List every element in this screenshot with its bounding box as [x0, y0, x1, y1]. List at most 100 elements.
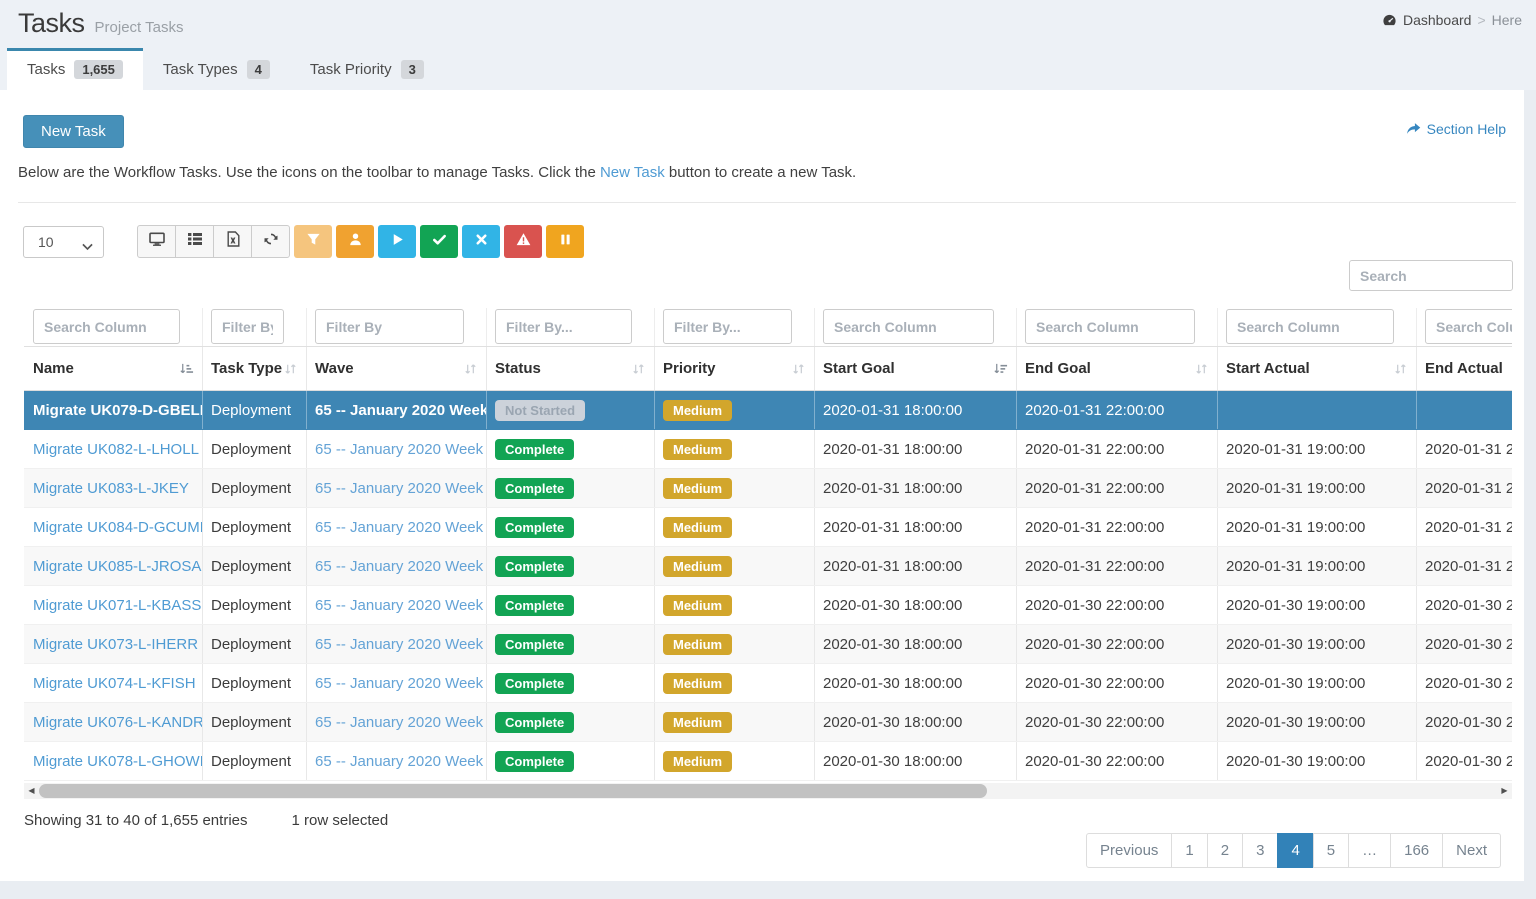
new-task-button[interactable]: New Task: [23, 115, 124, 148]
column-header-end-goal[interactable]: End Goal: [1017, 347, 1218, 390]
filter-input-status[interactable]: [495, 309, 632, 344]
table-row[interactable]: Migrate UK079-D-GBELLDeployment65 -- Jan…: [24, 391, 1512, 430]
cell-name: Migrate UK071-L-KBASS: [24, 586, 203, 624]
task-name-link[interactable]: Migrate UK082-L-LHOLL: [33, 441, 199, 458]
column-header-task-type[interactable]: Task Type: [203, 347, 307, 390]
task-name-link[interactable]: Migrate UK074-L-KFISH: [33, 675, 196, 692]
pagination-page-1[interactable]: 1: [1171, 833, 1207, 868]
filter-cell-start-actual: [1218, 308, 1417, 346]
page-size-select[interactable]: 10: [23, 226, 104, 258]
scroll-right-arrow-icon[interactable]: ▶: [1497, 783, 1512, 799]
breadcrumb-dashboard[interactable]: Dashboard: [1403, 12, 1472, 28]
filter-input-task-type[interactable]: [211, 309, 284, 344]
section-description: Below are the Workflow Tasks. Use the ic…: [18, 164, 1506, 181]
tab-task-types[interactable]: Task Types 4: [143, 48, 290, 90]
table-row[interactable]: Migrate UK085-L-JROSADeployment65 -- Jan…: [24, 547, 1512, 586]
filter-input-name[interactable]: [33, 309, 180, 344]
wave-link[interactable]: 65 -- January 2020 Week 5: [315, 519, 487, 536]
monitor-button[interactable]: [137, 225, 176, 258]
task-name-link[interactable]: Migrate UK084-D-GCUMM: [33, 519, 203, 536]
table-row[interactable]: Migrate UK074-L-KFISHDeployment65 -- Jan…: [24, 664, 1512, 703]
search-input[interactable]: [1349, 260, 1513, 291]
play-action-button[interactable]: [378, 225, 416, 258]
cell-wave: 65 -- January 2020 Week 5: [307, 664, 487, 702]
refresh-icon: [263, 231, 279, 252]
list-button[interactable]: [175, 225, 214, 258]
filter-input-end-goal[interactable]: [1025, 309, 1195, 344]
horizontal-scrollbar[interactable]: ◀ ▶: [24, 783, 1512, 799]
filter-input-start-goal[interactable]: [823, 309, 994, 344]
warning-action-button[interactable]: [504, 225, 542, 258]
check-action-button[interactable]: [420, 225, 458, 258]
tab-tasks[interactable]: Tasks 1,655: [7, 48, 143, 90]
sort-both-icon: [631, 362, 646, 376]
refresh-button[interactable]: [251, 225, 290, 258]
wave-link[interactable]: 65 -- January 2020 Week 5: [315, 636, 487, 653]
pagination-page-166[interactable]: 166: [1390, 833, 1443, 868]
column-header-priority[interactable]: Priority: [655, 347, 815, 390]
section-help-link[interactable]: Section Help: [1406, 121, 1506, 137]
table-row[interactable]: Migrate UK073-L-IHERRDeployment65 -- Jan…: [24, 625, 1512, 664]
table-row[interactable]: Migrate UK071-L-KBASSDeployment65 -- Jan…: [24, 586, 1512, 625]
cell-task-type: Deployment: [203, 430, 307, 468]
wave-link[interactable]: 65 -- January 2020 Week 5: [315, 441, 487, 458]
cell-start-goal: 2020-01-31 18:00:00: [815, 469, 1017, 507]
pause-action-button[interactable]: [546, 225, 584, 258]
table-row[interactable]: Migrate UK084-D-GCUMMDeployment65 -- Jan…: [24, 508, 1512, 547]
pagination-page-2[interactable]: 2: [1207, 833, 1243, 868]
cell-start-goal: 2020-01-30 18:00:00: [815, 586, 1017, 624]
column-header-name[interactable]: Name: [24, 347, 203, 390]
table-row[interactable]: Migrate UK076-L-KANDRDeployment65 -- Jan…: [24, 703, 1512, 742]
scroll-left-arrow-icon[interactable]: ◀: [24, 783, 39, 799]
pagination-next[interactable]: Next: [1442, 833, 1501, 868]
column-header-status[interactable]: Status: [487, 347, 655, 390]
pagination-page-4[interactable]: 4: [1277, 833, 1313, 868]
filter-input-wave[interactable]: [315, 309, 464, 344]
table-row[interactable]: Migrate UK082-L-LHOLLDeployment 65 -- Jan…: [24, 430, 1512, 469]
column-header-end-actual[interactable]: End Actual: [1417, 347, 1512, 390]
cell-priority: Medium: [655, 703, 815, 741]
task-name-link[interactable]: Migrate UK071-L-KBASS: [33, 597, 201, 614]
priority-badge: Medium: [663, 400, 732, 421]
tab-task-priority[interactable]: Task Priority 3: [290, 48, 444, 90]
task-name-link[interactable]: Migrate UK079-D-GBELL: [33, 402, 203, 419]
filter-action-button[interactable]: [294, 225, 332, 258]
pagination-page-3[interactable]: 3: [1242, 833, 1278, 868]
task-name-link[interactable]: Migrate UK073-L-IHERR: [33, 636, 198, 653]
excel-export-button[interactable]: [213, 225, 252, 258]
cell-end-actual: 2020-01-30 20:00:00: [1417, 703, 1512, 741]
task-name-link[interactable]: Migrate UK083-L-JKEY: [33, 480, 189, 497]
task-name-link[interactable]: Migrate UK085-L-JROSA: [33, 558, 201, 575]
pagination-previous[interactable]: Previous: [1086, 833, 1172, 868]
cell-start-goal: 2020-01-31 18:00:00: [815, 391, 1017, 429]
share-arrow-icon: [1406, 122, 1421, 137]
wave-link[interactable]: 65 -- January 2020 Week 5: [315, 675, 487, 692]
user-action-button[interactable]: [336, 225, 374, 258]
wave-link[interactable]: 65 -- January 2020 Week 5: [315, 558, 487, 575]
task-name-link[interactable]: Migrate UK078-L-GHOWE: [33, 753, 203, 770]
filter-cell-end-actual: [1417, 308, 1512, 346]
column-header-wave[interactable]: Wave: [307, 347, 487, 390]
scrollbar-thumb[interactable]: [39, 784, 987, 798]
pagination-page-5[interactable]: 5: [1313, 833, 1349, 868]
column-header-start-actual[interactable]: Start Actual: [1218, 347, 1417, 390]
wave-link[interactable]: 65 -- January 2020 Week 5: [315, 714, 487, 731]
wave-link[interactable]: 65 -- January 2020 Week 5: [315, 753, 487, 770]
cancel-action-button[interactable]: [462, 225, 500, 258]
filter-input-start-actual[interactable]: [1226, 309, 1394, 344]
table-row[interactable]: Migrate UK083-L-JKEYDeployment65 -- Janu…: [24, 469, 1512, 508]
column-header-start-goal[interactable]: Start Goal: [815, 347, 1017, 390]
wave-link[interactable]: 65 -- January 2020 Week 5: [315, 597, 487, 614]
table-row[interactable]: Migrate UK078-L-GHOWEDeployment65 -- Jan…: [24, 742, 1512, 781]
pagination: Previous12345…166Next: [0, 833, 1501, 868]
filter-input-end-actual[interactable]: [1425, 309, 1512, 344]
wave-link[interactable]: 65 -- January 2020 Week 5: [315, 402, 487, 419]
task-name-link[interactable]: Migrate UK076-L-KANDR: [33, 714, 203, 731]
status-badge: Complete: [495, 595, 574, 616]
filter-input-priority[interactable]: [663, 309, 792, 344]
column-label: Wave: [315, 360, 354, 377]
wave-link[interactable]: 65 -- January 2020 Week 5: [315, 480, 487, 497]
new-task-inline-link[interactable]: New Task: [600, 164, 665, 181]
cell-status: Complete: [487, 625, 655, 663]
priority-badge: Medium: [663, 439, 732, 460]
